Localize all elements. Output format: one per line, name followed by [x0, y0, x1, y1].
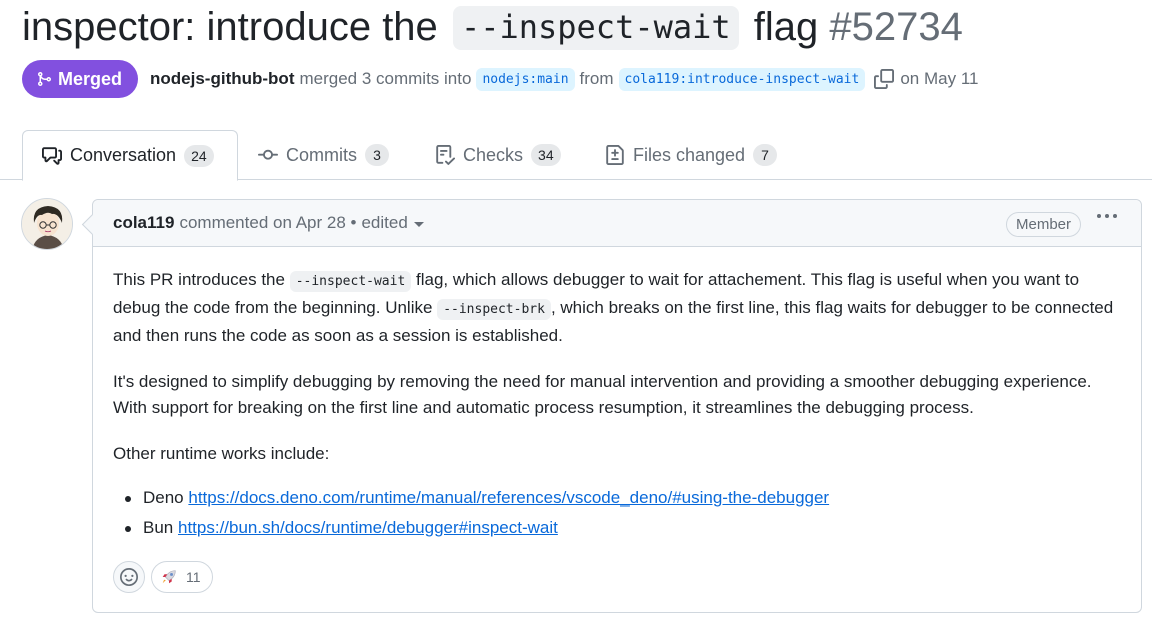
chevron-down-icon [413, 222, 424, 227]
comment-discussion-icon [42, 146, 62, 165]
tab-checks-count: 34 [531, 144, 561, 166]
git-commit-icon [258, 149, 278, 160]
add-reaction-button[interactable] [113, 561, 145, 593]
pr-tabs: Conversation 24 Commits 3 Checks 34 File… [0, 130, 1152, 181]
pr-meta: Merged nodejs-github-bot merged 3 commit… [22, 60, 978, 98]
tab-files-changed-count: 7 [753, 144, 778, 166]
edited-label: edited [361, 213, 408, 232]
comment-author-link[interactable]: cola119 [113, 213, 174, 233]
merged-state-badge: Merged [22, 60, 139, 98]
rocket-icon [162, 570, 176, 584]
list-item-name: Deno [143, 488, 184, 507]
rocket-reaction-count: 11 [186, 569, 201, 585]
tab-commits-count: 3 [365, 144, 389, 166]
tab-commits-label: Commits [286, 144, 357, 165]
pr-title: inspector: introduce the --inspect-wait … [22, 2, 963, 54]
edited-dropdown[interactable]: edited [361, 213, 424, 233]
inline-code: --inspect-wait [289, 271, 412, 292]
rocket-reaction-button[interactable]: 11 [151, 561, 213, 593]
list-item-name: Bun [143, 518, 174, 537]
merge-action-text: merged 3 commits into [299, 69, 472, 88]
inline-code: --inspect-brk [437, 299, 551, 320]
list-item: Bun https://bun.sh/docs/runtime/debugger… [113, 513, 1121, 543]
comment-paragraph-1: This PR introduces the --inspect-wait fl… [113, 267, 1121, 349]
kebab-menu-icon[interactable] [1097, 214, 1117, 218]
reactions-bar: 11 [113, 561, 213, 593]
from-text: from [579, 69, 614, 88]
merged-state-label: Merged [58, 68, 123, 89]
tab-conversation-label: Conversation [70, 145, 177, 165]
p1-text-a: This PR introduces the [113, 270, 285, 289]
pr-title-suffix: flag [753, 5, 819, 49]
list-item: Deno https://docs.deno.com/runtime/manua… [113, 483, 1121, 513]
comment-paragraph-3: Other runtime works include: [113, 444, 330, 463]
comment-header: cola119 commented on Apr 28 • edited Mem… [93, 200, 1141, 247]
tab-commits[interactable]: Commits 3 [258, 130, 389, 180]
avatar[interactable] [21, 198, 73, 250]
pr-number: #52734 [829, 5, 963, 49]
tab-conversation[interactable]: Conversation 24 [22, 130, 238, 181]
pr-page: inspector: introduce the --inspect-wait … [0, 0, 1152, 618]
tab-files-changed-label: Files changed [633, 144, 746, 165]
head-branch[interactable]: cola119:introduce-inspect-wait [618, 67, 866, 91]
comment-paragraph-2: It's designed to simplify debugging by r… [113, 372, 1092, 417]
merge-date: on May 11 [900, 69, 979, 88]
git-merge-icon [38, 72, 52, 86]
bun-link[interactable]: https://bun.sh/docs/runtime/debugger#ins… [178, 518, 558, 537]
file-diff-icon [606, 145, 624, 165]
tab-conversation-count: 24 [184, 144, 214, 167]
copy-icon[interactable] [874, 69, 895, 89]
comment-card: cola119 commented on Apr 28 • edited Mem… [92, 199, 1142, 613]
checklist-icon [436, 145, 455, 165]
pr-title-prefix: inspector: introduce the [22, 5, 438, 49]
role-badge: Member [1005, 212, 1081, 237]
comment-meta: commented on Apr 28 • [179, 213, 357, 232]
deno-link[interactable]: https://docs.deno.com/runtime/manual/ref… [188, 488, 829, 507]
tab-files-changed[interactable]: Files changed 7 [605, 130, 778, 180]
comment-body: This PR introduces the --inspect-wait fl… [93, 247, 1141, 543]
tab-checks[interactable]: Checks 34 [435, 130, 561, 180]
base-branch[interactable]: nodejs:main [476, 67, 575, 91]
runtime-list: Deno https://docs.deno.com/runtime/manua… [113, 483, 1121, 543]
merge-author-link[interactable]: nodejs-github-bot [150, 69, 294, 89]
tab-checks-label: Checks [463, 144, 524, 165]
smiley-icon [120, 568, 138, 586]
pr-title-code: --inspect-wait [452, 6, 739, 50]
